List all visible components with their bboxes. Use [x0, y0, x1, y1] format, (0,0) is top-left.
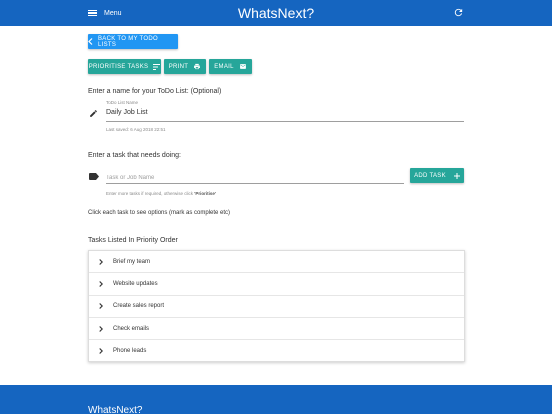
- sort-icon: [153, 63, 161, 70]
- task-label: Phone leads: [113, 348, 147, 355]
- help-text-emphasis: 'Prioritise': [194, 191, 216, 196]
- label-tag-icon: [89, 173, 99, 180]
- back-to-lists-button[interactable]: BACK TO MY TODO LISTS: [88, 34, 178, 49]
- print-button[interactable]: PRINT: [164, 59, 206, 74]
- task-help-text: Enter more tasks if required, otherwise …: [106, 191, 216, 196]
- task-item[interactable]: Website updates: [89, 273, 464, 296]
- list-name-underline: [106, 121, 464, 122]
- task-item[interactable]: Create sales report: [89, 296, 464, 318]
- new-task-heading: Enter a task that needs doing:: [88, 152, 182, 159]
- list-name-field[interactable]: Daily Job List: [106, 109, 148, 116]
- prioritise-tasks-button[interactable]: PRIORITISE TASKS: [88, 59, 161, 74]
- add-task-button[interactable]: ADD TASK: [410, 168, 464, 183]
- task-name-input[interactable]: [106, 172, 404, 184]
- task-list: Brief my team Website updates Create sal…: [88, 250, 465, 362]
- envelope-icon: [239, 64, 246, 69]
- email-button[interactable]: EMAIL: [209, 59, 252, 74]
- pencil-icon: [90, 110, 97, 117]
- print-button-label: PRINT: [168, 63, 189, 70]
- footer-title: WhatsNext?: [88, 405, 143, 414]
- help-text-prefix: Enter more tasks if required, otherwise …: [106, 191, 195, 196]
- back-button-label: BACK TO MY TODO LISTS: [98, 35, 158, 48]
- task-item[interactable]: Check emails: [89, 318, 464, 341]
- list-name-field-label: ToDo List Name: [106, 100, 139, 105]
- chevron-right-icon: [89, 303, 113, 310]
- email-button-label: EMAIL: [214, 63, 234, 70]
- task-label: Website updates: [113, 280, 158, 287]
- list-name-heading: Enter a name for your ToDo List: (Option…: [88, 88, 222, 95]
- app-header: Menu WhatsNext?: [0, 0, 552, 26]
- chevron-right-icon: [89, 258, 113, 265]
- plus-icon: [453, 172, 460, 179]
- add-task-label: ADD TASK: [414, 172, 446, 179]
- prioritise-button-label: PRIORITISE TASKS: [88, 63, 149, 70]
- chevron-right-icon: [89, 348, 113, 355]
- task-label: Check emails: [113, 325, 150, 332]
- app-footer: WhatsNext?: [0, 385, 552, 414]
- task-label: Create sales report: [113, 303, 165, 310]
- chevron-right-icon: [89, 281, 113, 287]
- last-saved-text: Last saved: 6 Aug 2018 22:51: [106, 127, 166, 132]
- task-label: Brief my team: [113, 258, 151, 265]
- instructions-text: Click each task to see options (mark as …: [88, 210, 231, 216]
- chevron-right-icon: [89, 325, 113, 332]
- refresh-icon[interactable]: [453, 7, 464, 18]
- chevron-left-icon: [88, 38, 93, 45]
- app-title: WhatsNext?: [237, 5, 315, 21]
- task-item[interactable]: Phone leads: [89, 340, 464, 362]
- task-item[interactable]: Brief my team: [89, 251, 464, 274]
- task-list-heading: Tasks Listed In Priority Order: [88, 237, 178, 244]
- printer-icon: [194, 63, 201, 70]
